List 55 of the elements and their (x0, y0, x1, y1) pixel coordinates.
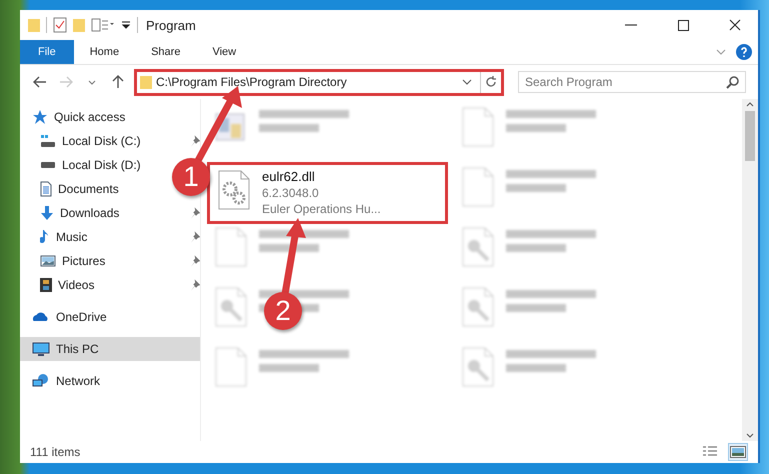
nav-item[interactable]: Quick access (20, 105, 200, 129)
scrollbar[interactable] (742, 99, 758, 441)
nav-item[interactable]: OneDrive (20, 305, 200, 329)
file-name: eulr62.dll (262, 169, 316, 185)
ribbon-tab[interactable]: Home (74, 40, 136, 64)
nav-item[interactable]: Local Disk (D:) (40, 153, 168, 177)
large-icons-view-button[interactable] (728, 443, 748, 461)
chevron-down-icon[interactable] (716, 49, 726, 55)
ribbon-tab[interactable]: File (20, 40, 74, 64)
address-bar[interactable]: C:\Program Files\Program Directory (134, 68, 504, 96)
back-arrow-icon (33, 76, 47, 88)
file-detail: Euler Operations Hu... (262, 201, 381, 217)
drive-icon (40, 134, 56, 148)
refresh-icon (485, 76, 497, 88)
item-count: 111 items (30, 445, 82, 459)
caret-icon[interactable] (121, 21, 131, 29)
drive-icon (40, 162, 56, 168)
scroll-thumb[interactable] (745, 111, 755, 161)
monitor-icon (32, 341, 50, 357)
download-arrow-icon (40, 205, 54, 221)
minimize-icon (625, 24, 637, 26)
music-note-icon (40, 229, 50, 245)
dropdown-caret-icon[interactable] (462, 79, 472, 85)
nav-item[interactable]: Local Disk (C:) (40, 129, 160, 153)
picture-thumbnail-icon (730, 445, 746, 459)
document-icon (40, 181, 52, 197)
picture-icon (40, 255, 56, 267)
nav-item[interactable]: Documents (40, 177, 168, 201)
gear-file-icon (216, 169, 252, 211)
nav-item[interactable]: Pictures (40, 249, 160, 273)
file-item[interactable]: eulr62.dll 6.2.3048.0 Euler Operations Hu... (207, 162, 448, 224)
folder-icon (140, 76, 152, 88)
network-icon (32, 374, 50, 388)
maximize-icon (678, 20, 688, 30)
nav-item[interactable]: Network (20, 369, 200, 393)
cloud-icon (32, 312, 50, 322)
nav-item[interactable]: Downloads (40, 201, 160, 225)
star-icon (32, 109, 48, 125)
checklist-icon[interactable] (53, 17, 67, 33)
nav-item[interactable]: Music (40, 225, 160, 249)
ribbon-tab[interactable]: View (196, 40, 252, 64)
ribbon-tab[interactable]: Share (135, 40, 196, 64)
caret-icon (88, 80, 96, 84)
film-icon (40, 277, 52, 293)
forward-arrow-icon (59, 76, 73, 88)
search-field[interactable]: Search Program (518, 71, 746, 93)
file-detail: 6.2.3048.0 (262, 185, 320, 201)
properties-icon[interactable] (91, 18, 115, 32)
up-arrow-icon (112, 75, 124, 89)
close-icon (729, 19, 741, 31)
nav-item[interactable]: This PC (20, 337, 200, 361)
nav-item[interactable]: Videos (40, 273, 160, 297)
search-icon (726, 76, 739, 89)
help-icon[interactable] (736, 44, 752, 60)
window-title: Program (146, 18, 196, 32)
